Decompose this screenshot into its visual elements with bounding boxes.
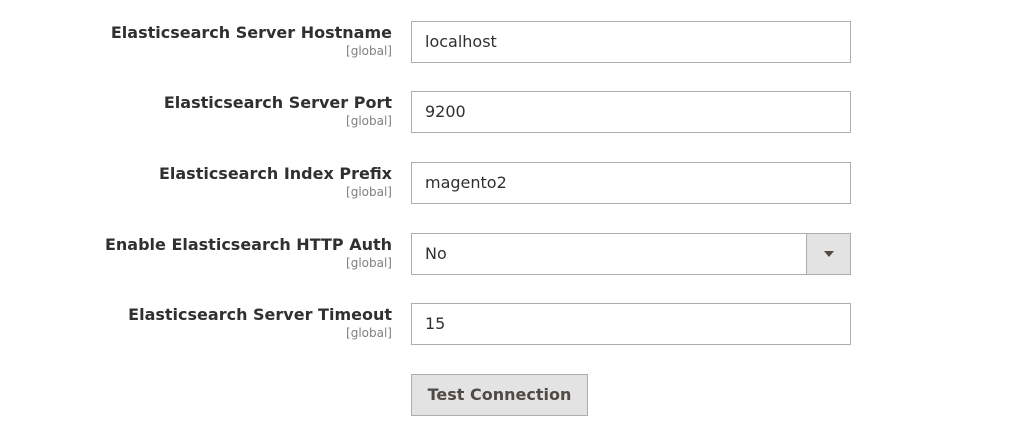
chevron-down-icon xyxy=(823,251,834,257)
http-auth-row: Enable Elasticsearch HTTP Auth [global] … xyxy=(0,233,1024,277)
hostname-scope: [global] xyxy=(346,44,392,58)
port-input[interactable]: 9200 xyxy=(411,91,851,133)
timeout-label: Elasticsearch Server Timeout xyxy=(128,305,392,324)
index-prefix-label: Elasticsearch Index Prefix xyxy=(158,164,392,183)
http-auth-select[interactable]: No xyxy=(411,233,851,275)
port-label-group: Elasticsearch Server Port [global] xyxy=(164,93,392,129)
hostname-label-group: Elasticsearch Server Hostname [global] xyxy=(111,23,392,59)
port-scope: [global] xyxy=(346,114,392,128)
timeout-input[interactable]: 15 xyxy=(411,303,851,345)
elasticsearch-config-form: Elasticsearch Server Hostname [global] l… xyxy=(0,0,1024,426)
index-prefix-label-group: Elasticsearch Index Prefix [global] xyxy=(159,164,392,200)
timeout-row: Elasticsearch Server Timeout [global] 15 xyxy=(0,303,1024,347)
hostname-label: Elasticsearch Server Hostname xyxy=(110,23,392,42)
http-auth-selected-value: No xyxy=(425,244,447,263)
index-prefix-scope: [global] xyxy=(346,185,392,199)
http-auth-scope: [global] xyxy=(346,256,392,270)
index-prefix-row: Elasticsearch Index Prefix [global] mage… xyxy=(0,162,1024,206)
test-connection-button[interactable]: Test Connection xyxy=(411,374,588,416)
http-auth-label-group: Enable Elasticsearch HTTP Auth [global] xyxy=(105,235,392,271)
timeout-scope: [global] xyxy=(346,326,392,340)
hostname-input[interactable]: localhost xyxy=(411,21,851,63)
timeout-label-group: Elasticsearch Server Timeout [global] xyxy=(128,305,392,341)
hostname-row: Elasticsearch Server Hostname [global] l… xyxy=(0,21,1024,65)
port-row: Elasticsearch Server Port [global] 9200 xyxy=(0,91,1024,135)
index-prefix-input[interactable]: magento2 xyxy=(411,162,851,204)
port-label: Elasticsearch Server Port xyxy=(163,93,392,112)
http-auth-label: Enable Elasticsearch HTTP Auth xyxy=(104,235,392,254)
select-arrow-button[interactable] xyxy=(806,234,850,274)
